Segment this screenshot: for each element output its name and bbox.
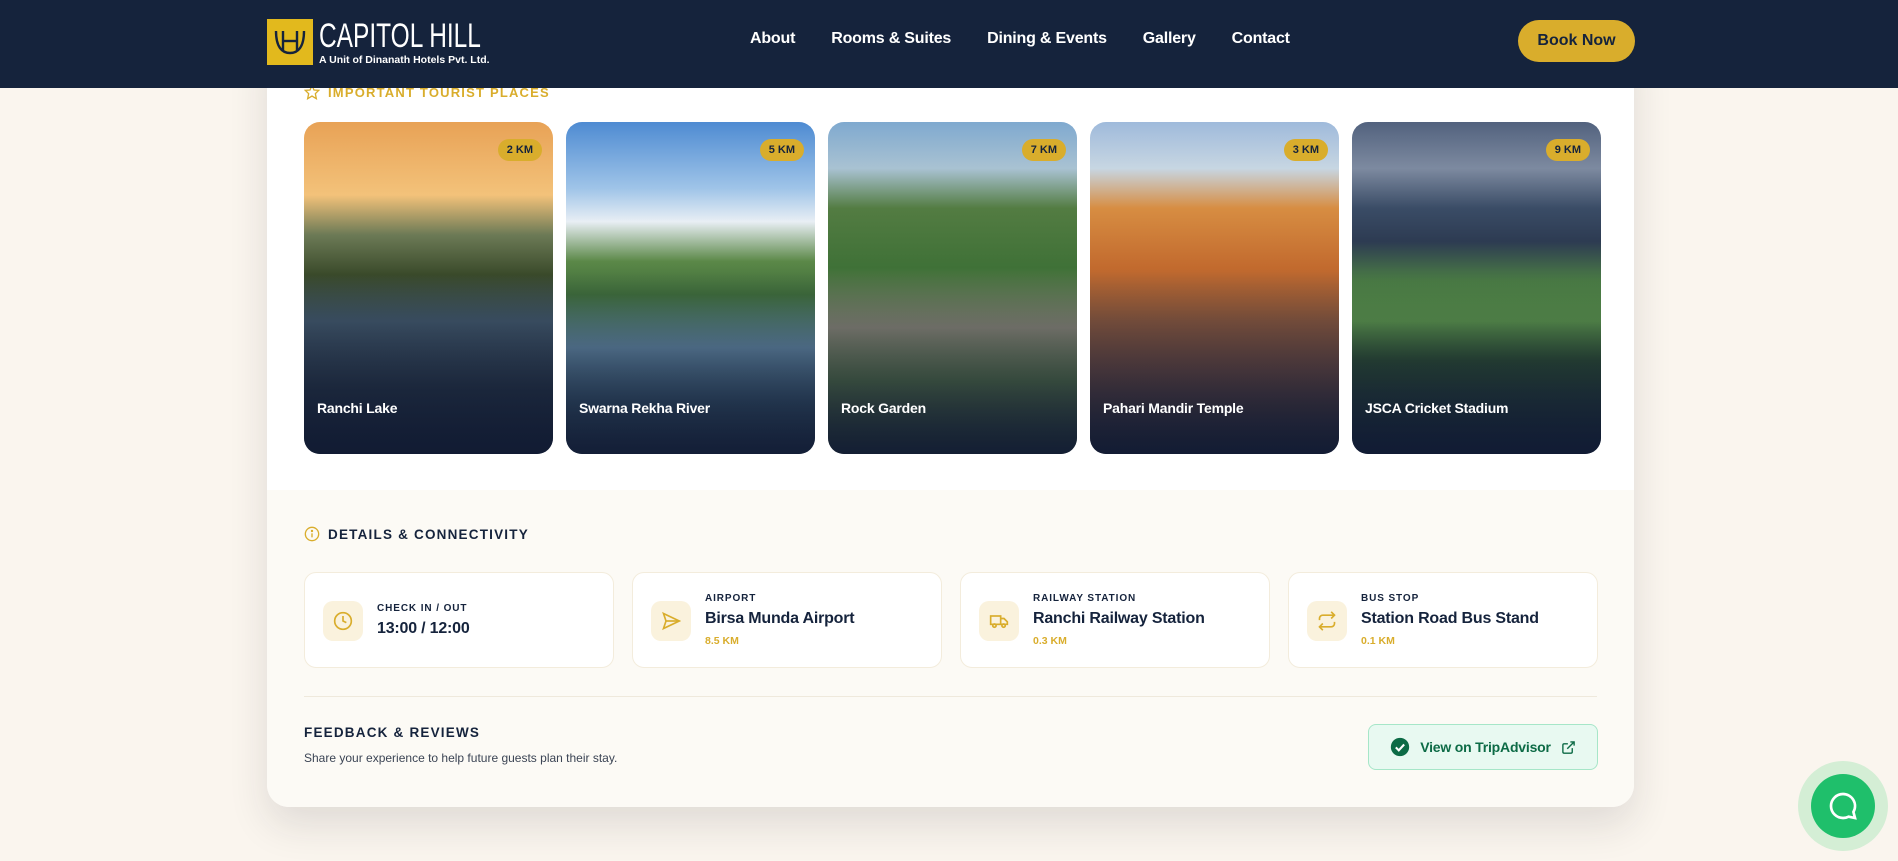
main-nav: About Rooms & Suites Dining & Events Gal… bbox=[750, 30, 1326, 48]
detail-card-bus: BUS STOP Station Road Bus Stand 0.1 KM bbox=[1288, 572, 1598, 668]
logo-subtitle: A Unit of Dinanath Hotels Pvt. Ltd. bbox=[319, 54, 490, 66]
place-name: Ranchi Lake bbox=[317, 400, 398, 416]
logo[interactable]: CAPITOL HILL A Unit of Dinanath Hotels P… bbox=[267, 19, 519, 66]
detail-label: AIRPORT bbox=[705, 593, 757, 604]
detail-label: RAILWAY STATION bbox=[1033, 593, 1137, 604]
tourist-places: 2 KM Ranchi Lake 5 KM Swarna Rekha River… bbox=[304, 122, 1601, 454]
divider bbox=[304, 696, 1597, 697]
logo-mark bbox=[267, 19, 313, 65]
place-name: Rock Garden bbox=[841, 400, 926, 416]
truck-icon bbox=[989, 615, 1009, 629]
detail-label: BUS STOP bbox=[1361, 593, 1420, 604]
details-heading: DETAILS & CONNECTIVITY bbox=[304, 526, 529, 542]
detail-card-railway: RAILWAY STATION Ranchi Railway Station 0… bbox=[960, 572, 1270, 668]
place-name: Swarna Rekha River bbox=[579, 400, 711, 416]
clock-icon bbox=[333, 611, 353, 631]
nav-gallery[interactable]: Gallery bbox=[1143, 30, 1196, 48]
main-card: IMPORTANT TOURIST PLACES 2 KM Ranchi Lak… bbox=[267, 40, 1634, 807]
detail-distance: 8.5 KM bbox=[705, 635, 739, 647]
logo-title: CAPITOL HILL bbox=[319, 17, 481, 55]
whatsapp-halo bbox=[1798, 761, 1888, 851]
detail-distance: 0.1 KM bbox=[1361, 635, 1395, 647]
whatsapp-button[interactable] bbox=[1811, 774, 1875, 838]
detail-distance: 0.3 KM bbox=[1033, 635, 1067, 647]
details-cards: CHECK IN / OUT 13:00 / 12:00 AIRPORT Bir… bbox=[304, 572, 1598, 668]
detail-value: Ranchi Railway Station bbox=[1033, 610, 1205, 627]
place-card-jsca-stadium[interactable]: 9 KM JSCA Cricket Stadium bbox=[1352, 122, 1601, 454]
nav-about[interactable]: About bbox=[750, 30, 795, 48]
distance-badge: 3 KM bbox=[1283, 139, 1328, 161]
distance-badge: 2 KM bbox=[497, 139, 542, 161]
place-card-ranchi-lake[interactable]: 2 KM Ranchi Lake bbox=[304, 122, 553, 454]
repeat-icon bbox=[1318, 611, 1336, 631]
place-card-pahari-mandir[interactable]: 3 KM Pahari Mandir Temple bbox=[1090, 122, 1339, 454]
detail-label: CHECK IN / OUT bbox=[377, 603, 468, 614]
distance-badge: 7 KM bbox=[1021, 139, 1066, 161]
place-card-swarna-rekha-river[interactable]: 5 KM Swarna Rekha River bbox=[566, 122, 815, 454]
logo-emblem-icon bbox=[274, 30, 306, 55]
detail-value: 13:00 / 12:00 bbox=[377, 620, 470, 637]
feedback-title: FEEDBACK & REVIEWS bbox=[304, 725, 481, 740]
external-link-icon bbox=[1561, 740, 1575, 754]
place-card-rock-garden[interactable]: 7 KM Rock Garden bbox=[828, 122, 1077, 454]
chat-bubble-icon bbox=[1829, 792, 1857, 820]
detail-card-checkin: CHECK IN / OUT 13:00 / 12:00 bbox=[304, 572, 614, 668]
tripadvisor-button[interactable]: View on TripAdvisor bbox=[1368, 724, 1598, 770]
nav-dining-events[interactable]: Dining & Events bbox=[987, 30, 1107, 48]
distance-badge: 5 KM bbox=[759, 139, 804, 161]
book-now-button[interactable]: Book Now bbox=[1518, 20, 1635, 62]
nav-contact[interactable]: Contact bbox=[1232, 30, 1290, 48]
distance-badge: 9 KM bbox=[1545, 139, 1590, 161]
check-circle-icon bbox=[1391, 737, 1410, 757]
info-icon bbox=[304, 526, 320, 542]
nav-rooms-suites[interactable]: Rooms & Suites bbox=[831, 30, 951, 48]
feedback-subtitle: Share your experience to help future gue… bbox=[304, 751, 618, 765]
detail-value: Birsa Munda Airport bbox=[705, 610, 855, 627]
place-name: JSCA Cricket Stadium bbox=[1365, 400, 1509, 416]
send-icon bbox=[662, 611, 681, 631]
detail-card-airport: AIRPORT Birsa Munda Airport 8.5 KM bbox=[632, 572, 942, 668]
place-name: Pahari Mandir Temple bbox=[1103, 400, 1244, 416]
site-header: CAPITOL HILL A Unit of Dinanath Hotels P… bbox=[0, 0, 1898, 88]
detail-value: Station Road Bus Stand bbox=[1361, 610, 1539, 627]
